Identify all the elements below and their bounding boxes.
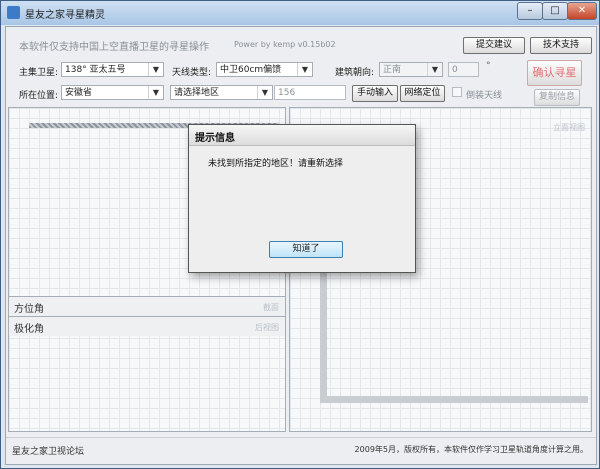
title-bar[interactable]: 星友之家寻星精灵 – □ ✕ <box>1 1 599 25</box>
copy-info-button[interactable]: 复制信息 <box>534 89 580 106</box>
support-button[interactable]: 技术支持 <box>530 37 592 54</box>
province-select[interactable]: 安徽省 ▼ <box>61 85 164 100</box>
chevron-down-icon: ▼ <box>148 86 163 99</box>
flip-antenna-label: 倒装天线 <box>466 91 503 101</box>
wall-vertical <box>320 260 327 398</box>
app-description: 本软件仅支持中国上空直播卫星的寻星操作 <box>19 42 209 53</box>
antenna-value: 中卫60cm偏馈 <box>220 65 282 75</box>
window-title: 星友之家寻星精灵 <box>25 10 105 21</box>
orientation-select[interactable]: 正南 ▼ <box>379 62 443 77</box>
location-label: 所在位置: <box>19 91 59 101</box>
network-locate-button[interactable]: 网络定位 <box>400 85 445 102</box>
chevron-down-icon: ▼ <box>148 63 163 76</box>
dialog-title-bar[interactable]: 提示信息 <box>189 125 415 146</box>
ground-line <box>320 396 588 403</box>
maximize-icon: □ <box>550 5 560 16</box>
polarization-label: 极化角 <box>14 324 44 335</box>
version-text: Power by kemp v0.15b02 <box>234 40 336 49</box>
satellite-label: 主集卫星: <box>19 68 59 78</box>
minimize-icon: – <box>527 5 533 16</box>
province-value: 安徽省 <box>65 88 93 98</box>
chevron-down-icon: ▼ <box>427 63 442 76</box>
info-dialog: 提示信息 未找到所指定的地区！请重新选择 知道了 <box>188 124 416 273</box>
forum-link[interactable]: 星友之家卫视论坛 <box>12 444 84 457</box>
dialog-ok-button[interactable]: 知道了 <box>269 241 343 258</box>
region-select[interactable]: 请选择地区 ▼ <box>170 85 273 100</box>
close-icon: ✕ <box>577 5 587 16</box>
chevron-down-icon: ▼ <box>297 63 312 76</box>
maximize-button[interactable]: □ <box>542 2 568 20</box>
confirm-search-button[interactable]: 确认寻星 <box>527 60 582 86</box>
status-bar: 星友之家卫视论坛 2009年5月，版权所有，本软件仅作学习卫星轨道角度计算之用。 <box>6 437 596 465</box>
manual-input-button[interactable]: 手动输入 <box>352 85 398 102</box>
degree-symbol: ° <box>486 61 491 71</box>
elevation-row: 极化角 后视图 <box>9 316 285 336</box>
feedback-button[interactable]: 提交建议 <box>463 37 525 54</box>
main-window: 星友之家寻星精灵 – □ ✕ 本软件仅支持中国上空直播卫星的寻星操作 Power… <box>0 0 600 469</box>
longitude-input[interactable]: 156 <box>274 85 346 100</box>
antenna-label: 天线类型: <box>172 68 212 78</box>
region-placeholder: 请选择地区 <box>174 88 220 98</box>
polarization-ghost-label: 后视图 <box>255 323 279 332</box>
azimuth-ghost-label: 截面 <box>263 303 279 312</box>
close-button[interactable]: ✕ <box>567 2 597 20</box>
dialog-title: 提示信息 <box>195 133 235 144</box>
satellite-value: 138° 亚太五号 <box>65 65 126 75</box>
flip-antenna-checkbox[interactable] <box>452 87 462 97</box>
azimuth-row: 方位角 截面 <box>9 296 285 316</box>
dialog-message: 未找到所指定的地区！请重新选择 <box>208 159 344 169</box>
minimize-button[interactable]: – <box>517 2 543 20</box>
satellite-select[interactable]: 138° 亚太五号 ▼ <box>61 62 164 77</box>
orientation-label: 建筑朝向: <box>335 68 375 78</box>
elevation-view-label: 立面视图 <box>553 123 585 132</box>
angle-input[interactable]: 0 <box>448 62 479 77</box>
orientation-value: 正南 <box>383 65 402 75</box>
chevron-down-icon: ▼ <box>257 86 272 99</box>
azimuth-label: 方位角 <box>14 304 44 315</box>
satellite-app-icon <box>7 6 20 19</box>
antenna-select[interactable]: 中卫60cm偏馈 ▼ <box>216 62 313 77</box>
copyright-text: 2009年5月，版权所有，本软件仅作学习卫星轨道角度计算之用。 <box>354 445 588 454</box>
